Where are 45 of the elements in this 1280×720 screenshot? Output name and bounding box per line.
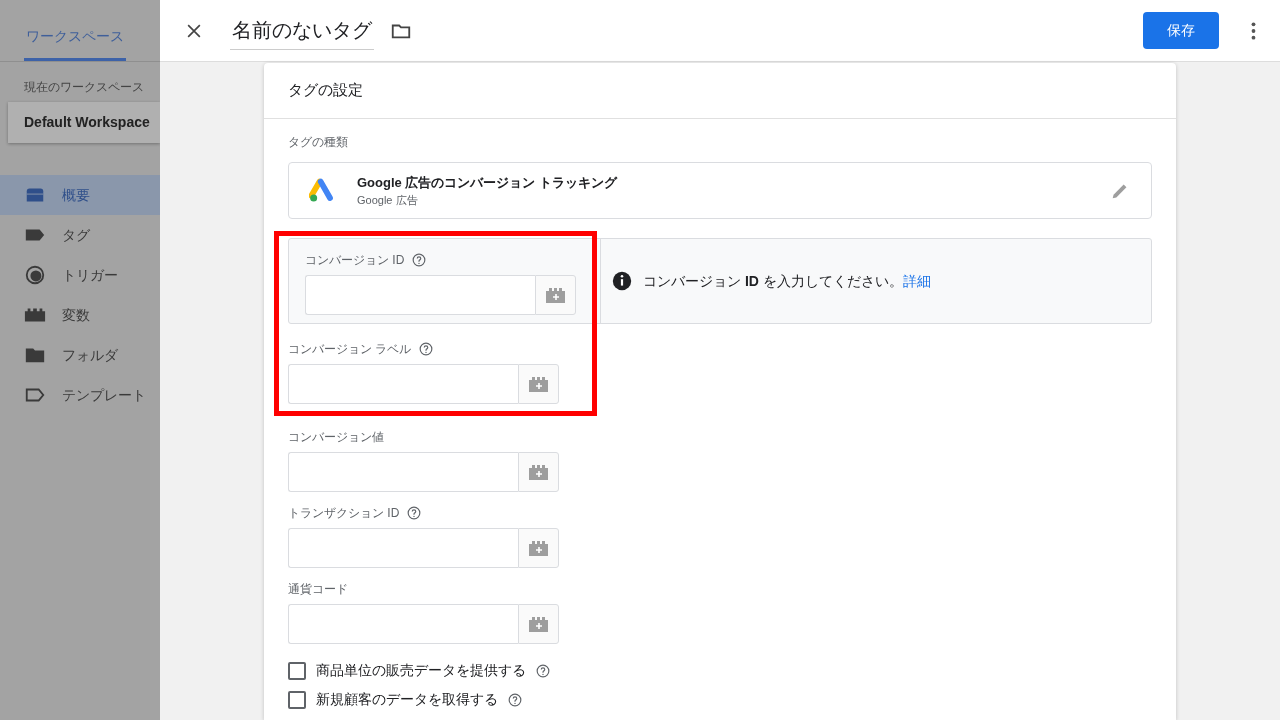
field-label: コンバージョン ラベル [288,341,412,358]
text-field[interactable] [305,275,535,315]
tag-type-name: Google 広告のコンバージョン トラッキング [357,173,619,192]
checkbox-label: 商品単位の販売データを提供する [316,661,526,680]
tag-type-subtitle: Google 広告 [357,193,419,208]
info-message: コンバージョン ID を入力してください。詳細 [643,271,931,291]
workspace-label: 現在のワークスペース [23,79,145,96]
workspace-selector[interactable]: Default Workspace [8,102,160,143]
nav-item[interactable]: タグ [0,215,160,255]
tag-name-field[interactable]: 名前のないタグ [230,11,374,50]
card-title: タグの設定 [264,63,1176,119]
nav-item[interactable]: フォルダ [0,335,160,375]
info-icon [611,270,633,292]
nav-item[interactable]: トリガー [0,255,160,295]
checkbox-label: 新規顧客のデータを取得する [316,690,498,709]
variable-button[interactable] [518,528,559,568]
field-label: コンバージョン値 [288,429,384,446]
field-label: トランザクション ID [288,505,400,522]
nav-label: 変数 [62,305,90,325]
text-field[interactable] [288,364,518,404]
text-field[interactable] [288,604,518,644]
nav-label: 概要 [62,185,90,205]
nav-label: フォルダ [62,345,118,365]
more-vertical-icon [1251,22,1256,41]
nav-item[interactable]: テンプレート [0,375,160,415]
workspace-tab[interactable]: ワークスペース [24,26,126,61]
text-field[interactable] [288,452,518,492]
checkbox[interactable] [288,661,306,680]
nav-item[interactable]: 概要 [0,175,160,215]
nav-label: タグ [62,225,90,245]
variable-button[interactable] [518,604,559,644]
checkbox[interactable] [288,690,306,709]
nav-label: テンプレート [62,385,146,405]
nav-label: トリガー [62,265,118,285]
tag-type-card[interactable]: Google 広告のコンバージョン トラッキング Google 広告 [288,162,1152,219]
nav-item[interactable]: 変数 [0,295,160,335]
field-label: コンバージョン ID [305,252,405,269]
section-label: タグの種類 [288,134,349,151]
field-label: 通貨コード [288,581,348,598]
variable-button[interactable] [518,364,559,404]
text-field[interactable] [288,528,518,568]
variable-button[interactable] [518,452,559,492]
details-link[interactable]: 詳細 [902,272,931,289]
variable-button[interactable] [535,275,576,315]
save-button[interactable]: 保存 [1143,12,1219,49]
